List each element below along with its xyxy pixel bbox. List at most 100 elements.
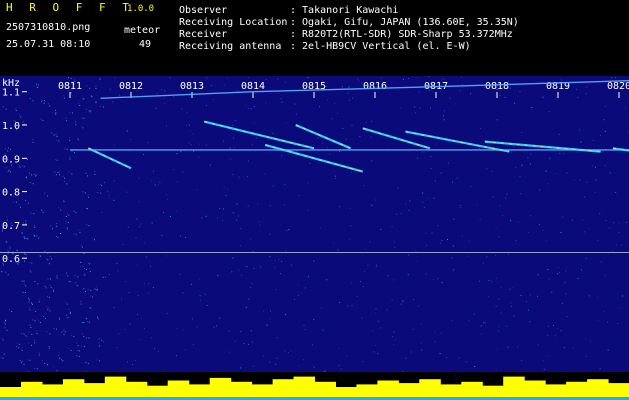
noise-dot (263, 355, 264, 357)
noise-dot (134, 162, 136, 164)
noise-dot (326, 99, 328, 101)
frequency-tick-label: 0.9 (2, 154, 20, 165)
noise-dot (369, 241, 371, 243)
noise-dot (563, 153, 565, 155)
noise-dot (391, 226, 393, 228)
noise-dot (118, 94, 120, 96)
noise-dot (361, 317, 363, 319)
noise-dot (515, 167, 517, 169)
noise-dot (409, 200, 411, 202)
noise-dot (8, 169, 10, 171)
noise-dot (394, 246, 396, 248)
noise-dot (53, 367, 55, 369)
noise-dot (443, 79, 445, 81)
noise-dot (55, 174, 57, 176)
noise-dot (71, 173, 73, 175)
noise-dot (18, 343, 20, 345)
noise-dot (408, 254, 410, 256)
noise-dot (88, 262, 89, 264)
noise-dot (92, 238, 94, 240)
noise-dot (402, 300, 403, 302)
noise-dot (19, 114, 21, 116)
noise-dot (60, 209, 62, 211)
noise-dot (113, 199, 115, 201)
noise-dot (432, 279, 434, 281)
noise-dot (83, 268, 85, 269)
noise-dot (286, 230, 288, 232)
noise-dot (498, 330, 500, 332)
noise-dot (56, 223, 58, 225)
noise-dot (29, 309, 31, 311)
noise-dot (252, 251, 254, 253)
noise-dot (461, 235, 463, 237)
noise-dot (400, 107, 402, 109)
noise-dot (390, 134, 392, 136)
noise-dot (30, 212, 32, 214)
noise-dot (74, 275, 76, 277)
noise-dot (87, 321, 89, 323)
noise-dot (188, 142, 190, 144)
noise-dot (25, 335, 27, 337)
noise-dot (69, 281, 71, 283)
noise-dot (430, 107, 431, 109)
noise-dot (520, 294, 522, 296)
noise-dot (81, 333, 83, 334)
noise-dot (108, 195, 110, 197)
noise-dot (393, 279, 395, 281)
noise-dot (85, 291, 86, 292)
noise-dot (56, 370, 58, 372)
noise-dot (604, 165, 606, 166)
noise-dot (585, 356, 587, 358)
noise-dot (64, 177, 65, 179)
noise-dot (16, 250, 18, 251)
noise-dot (358, 80, 360, 82)
noise-dot (39, 322, 41, 323)
noise-dot (66, 227, 68, 229)
noise-dot (480, 127, 482, 129)
noise-dot (519, 91, 521, 92)
noise-dot (163, 212, 164, 213)
noise-dot (83, 253, 85, 254)
noise-dot (81, 117, 83, 119)
noise-dot (434, 331, 436, 333)
noise-dot (23, 166, 25, 168)
noise-dot (281, 261, 283, 262)
noise-dot (164, 103, 166, 105)
noise-dot (86, 224, 88, 226)
noise-dot (32, 183, 34, 185)
noise-dot (180, 235, 181, 237)
noise-dot (297, 284, 299, 286)
noise-dot (75, 124, 77, 126)
noise-dot (397, 187, 399, 189)
noise-dot (57, 236, 59, 238)
noise-dot (23, 253, 25, 255)
noise-dot (27, 159, 28, 161)
noise-dot (481, 142, 483, 144)
noise-dot (338, 365, 340, 367)
noise-dot (143, 154, 144, 155)
noise-dot (480, 333, 482, 335)
noise-dot (284, 350, 286, 352)
noise-dot (380, 228, 382, 230)
noise-dot (56, 275, 58, 277)
noise-dot (69, 112, 71, 114)
noise-dot (188, 124, 190, 126)
noise-dot (572, 347, 574, 349)
noise-dot (90, 295, 92, 297)
noise-dot (198, 143, 200, 145)
noise-dot (70, 92, 72, 94)
noise-dot (364, 248, 366, 250)
noise-dot (613, 222, 614, 224)
noise-dot (452, 245, 454, 247)
noise-dot (41, 99, 43, 101)
waterfall-spectrogram: 0811 0812 0813 0814 0815 0816 0817 0818 0819 0820… (0, 76, 629, 400)
noise-dot (128, 292, 130, 293)
noise-dot (23, 333, 25, 335)
noise-dot (374, 344, 376, 346)
noise-dot (577, 96, 579, 98)
noise-dot (161, 234, 163, 236)
time-tick-label: 0811 (58, 81, 82, 92)
noise-dot (250, 108, 252, 110)
noise-dot (312, 344, 313, 346)
noise-dot (8, 147, 9, 149)
